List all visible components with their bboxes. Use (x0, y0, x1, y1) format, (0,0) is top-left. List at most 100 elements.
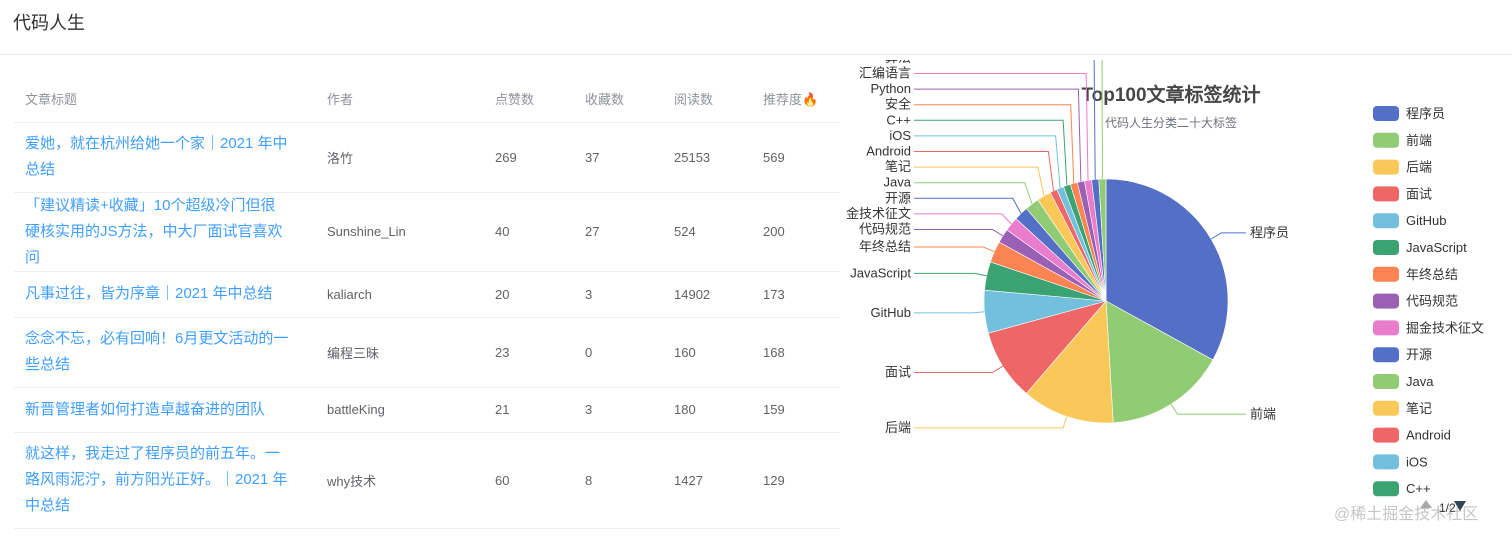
legend-item-程序员[interactable]: 程序员 (1373, 106, 1445, 121)
legend-item-前端[interactable]: 前端 (1373, 132, 1432, 148)
reads-cell: 524 (663, 192, 752, 272)
app-title: 代码人生 (13, 13, 85, 33)
pie-label-line (914, 151, 1054, 191)
pie-label-算法: 算法 (885, 60, 911, 65)
favorites-cell: 37 (574, 122, 663, 193)
pie-label-面试: 面试 (885, 365, 911, 380)
pie-label-line (914, 166, 1045, 197)
table-row: 念念不忘，必有回响！6月更文活动的一些总结 编程三昧 23 0 160 168 (14, 317, 840, 388)
likes-cell: 40 (484, 192, 574, 272)
legend-item-笔记[interactable]: 笔记 (1373, 400, 1432, 416)
article-title-link[interactable]: 凡事过往，皆为序章｜2021 年中总结 (25, 281, 290, 307)
tag-pie-chart: Top100文章标签统计 代码人生分类二十大标签 程序员 前端 后端 面试 GitHub… (833, 34, 1512, 538)
pie-label-line (914, 41, 1103, 180)
legend-item-java[interactable]: Java (1373, 374, 1434, 389)
pie-label-line (914, 416, 1068, 429)
legend-swatch (1373, 106, 1399, 121)
legend-swatch (1373, 293, 1399, 309)
pie-label-开源: 开源 (885, 190, 911, 205)
legend-label: 程序员 (1406, 106, 1445, 121)
legend-swatch (1373, 427, 1399, 443)
reads-cell: 14902 (663, 271, 752, 318)
pie-label-line (914, 88, 1082, 182)
legend-swatch (1373, 186, 1399, 202)
legend-label: 笔记 (1406, 401, 1432, 416)
legend-item-ios[interactable]: iOS (1373, 454, 1428, 470)
legend-item-年终总结[interactable]: 年终总结 (1373, 266, 1458, 282)
legend-item-github[interactable]: GitHub (1373, 213, 1446, 229)
legend-label: Java (1406, 374, 1434, 389)
legend-label: 掘金技术征文 (1406, 320, 1484, 335)
legend-item-后端[interactable]: 后端 (1373, 159, 1432, 175)
author-cell: 编程三昧 (316, 317, 484, 388)
pie-label-c-: C++ (886, 112, 911, 127)
pie-label-python: Python (871, 81, 911, 96)
legend-label: 代码规范 (1406, 294, 1458, 309)
reads-cell: 180 (663, 387, 752, 433)
pie-label-line (914, 246, 995, 253)
legend-item-开源[interactable]: 开源 (1373, 347, 1432, 363)
article-table: 文章标题 作者 点赞数 收藏数 阅读数 推荐度🔥 爱她，就在杭州给她一个家｜20… (14, 76, 840, 529)
legend-label: 开源 (1406, 347, 1432, 362)
recommend-cell: 200 (752, 192, 840, 272)
author-cell: kaliarch (316, 271, 484, 318)
legend-label: 面试 (1406, 186, 1432, 201)
article-title-link[interactable]: 「建议精读+收藏」10个超级冷门但很硬核实用的JS方法，中大厂面试官喜欢问 (25, 193, 290, 271)
pie-label-line (914, 197, 1022, 214)
favorites-cell: 27 (574, 192, 663, 272)
chart-title: Top100文章标签统计 (1081, 83, 1260, 106)
pie-label-line (914, 213, 1012, 225)
header-likes: 点赞数 (484, 76, 574, 123)
legend-label: 后端 (1406, 160, 1432, 175)
pie-label-ios: iOS (889, 128, 911, 143)
chart-subtitle: 代码人生分类二十大标签 (1105, 115, 1237, 130)
likes-cell: 23 (484, 317, 574, 388)
pie-label-line (914, 104, 1075, 184)
pie-label-前端: 前端 (1250, 406, 1276, 421)
legend-label: iOS (1406, 454, 1428, 469)
legend-item-javascript[interactable]: JavaScript (1373, 240, 1467, 255)
legend-swatch (1373, 240, 1399, 255)
legend-next-page-icon[interactable] (1454, 501, 1466, 511)
recommend-cell: 173 (752, 271, 840, 318)
legend-swatch (1373, 213, 1399, 229)
pie-label-line (914, 229, 1004, 237)
legend-pager: 1/2 (1420, 500, 1466, 515)
favorites-cell: 0 (574, 317, 663, 388)
legend-item-代码规范[interactable]: 代码规范 (1373, 293, 1458, 309)
legend-swatch (1373, 159, 1399, 175)
pie-label-代码规范: 代码规范 (859, 222, 911, 237)
legend-label: C++ (1406, 481, 1431, 496)
article-title-link[interactable]: 新晋管理者如何打造卓越奋进的团队 (25, 397, 290, 423)
reads-cell: 25153 (663, 122, 752, 193)
chart-legend: 程序员前端后端面试 GitHub JavaScript 年终总结代码规范掘金技术征文开… (1373, 106, 1484, 497)
pie-label-掘金技术征文: 掘金技术征文 (846, 206, 911, 221)
pie-label-line (914, 135, 1061, 188)
pie-label-github: GitHub (871, 305, 911, 320)
author-cell: 洛竹 (316, 122, 484, 193)
likes-cell: 20 (484, 271, 574, 318)
header-author: 作者 (316, 76, 484, 123)
header-reads: 阅读数 (663, 76, 752, 123)
table-row: 凡事过往，皆为序章｜2021 年中总结 kaliarch 20 3 14902 … (14, 271, 840, 318)
author-cell: battleKing (316, 387, 484, 433)
pie-label-line (1210, 232, 1246, 240)
likes-cell: 60 (484, 432, 574, 529)
article-title-link[interactable]: 爱她，就在杭州给她一个家｜2021 年中总结 (25, 131, 290, 183)
legend-item-面试[interactable]: 面试 (1373, 186, 1432, 202)
article-title-link[interactable]: 就这样，我走过了程序员的前五年。一路风雨泥泞，前方阳光正好。｜2021 年中总结 (25, 441, 290, 519)
legend-item-c-[interactable]: C++ (1373, 481, 1431, 497)
legend-label: Android (1406, 428, 1451, 443)
legend-item-android[interactable]: Android (1373, 427, 1451, 443)
pie-label-年终总结: 年终总结 (859, 239, 911, 254)
pie-label-安全: 安全 (885, 97, 911, 112)
pie-label-android: Android (866, 144, 911, 159)
legend-prev-page-icon[interactable] (1420, 500, 1432, 508)
article-title-link[interactable]: 念念不忘，必有回响！6月更文活动的一些总结 (25, 326, 290, 378)
legend-label: GitHub (1406, 213, 1446, 228)
pie-label-line (914, 311, 985, 314)
recommend-cell: 569 (752, 122, 840, 193)
table-row: 「建议精读+收藏」10个超级冷门但很硬核实用的JS方法，中大厂面试官喜欢问 Su… (14, 192, 840, 272)
legend-label: 前端 (1406, 133, 1432, 148)
legend-item-掘金技术征文[interactable]: 掘金技术征文 (1373, 320, 1484, 336)
